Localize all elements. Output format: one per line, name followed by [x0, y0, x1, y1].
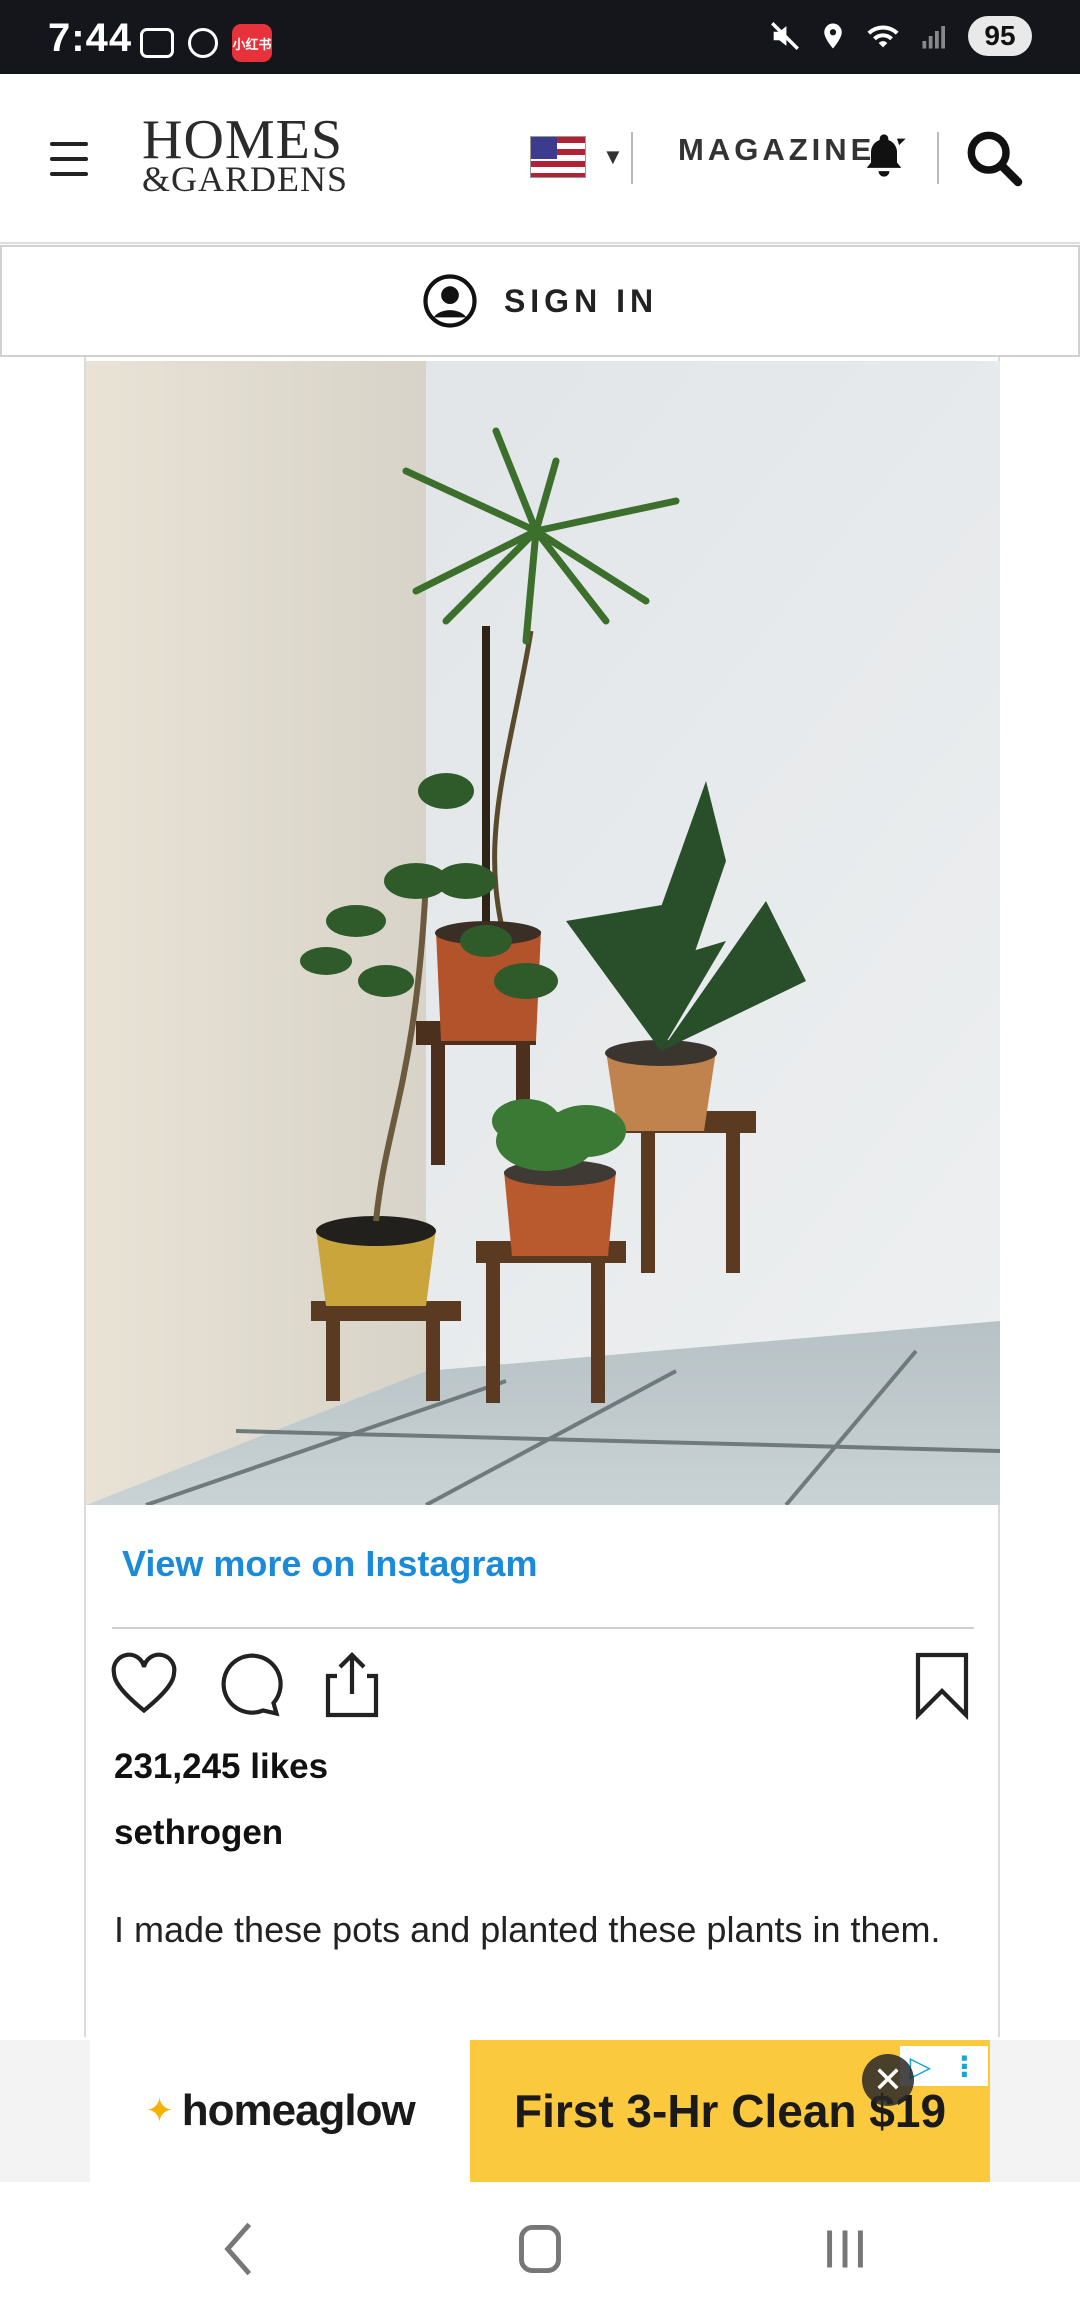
post-caption: I made these pots and planted these plan… [114, 1909, 941, 1950]
menu-icon[interactable] [50, 142, 88, 176]
site-logo[interactable]: HOMES &GARDENS [142, 109, 349, 200]
status-left-icons: 小红书 [140, 24, 272, 62]
signal-icon [922, 26, 945, 49]
sync-icon [188, 28, 218, 58]
back-icon[interactable] [200, 2212, 280, 2286]
us-flag-icon[interactable] [530, 136, 586, 178]
magazine-link[interactable]: MAGAZINE [678, 132, 875, 168]
status-bar: 7:44 小红书 95 [0, 0, 1080, 74]
sign-in-button[interactable]: SIGN IN [0, 245, 1080, 357]
mute-icon [771, 22, 799, 50]
ad-brand: homeaglow [181, 2086, 416, 2135]
site-header: HOMES &GARDENS ▼ MAGAZINE [0, 74, 1080, 244]
bookmark-icon[interactable] [906, 1649, 978, 1721]
battery-icon: 95 [968, 16, 1032, 56]
location-icon [824, 23, 842, 49]
logo-line-2: &GARDENS [142, 159, 349, 200]
sign-in-label: SIGN IN [503, 282, 659, 319]
wifi-icon [867, 25, 899, 48]
comment-icon[interactable] [212, 1649, 284, 1721]
kebab-icon[interactable]: ⋮ [950, 2050, 978, 2083]
user-icon [423, 274, 477, 328]
divider [937, 132, 939, 184]
ad-banner[interactable]: ✦ homeaglow First 3-Hr Clean $19 ▷ ⋮ ✕ [0, 2040, 1080, 2182]
post-photo[interactable] [86, 361, 1000, 1505]
home-icon[interactable] [500, 2212, 580, 2286]
recents-icon[interactable] [805, 2212, 885, 2286]
search-icon[interactable] [962, 126, 1026, 190]
instagram-embed: View more on Instagram 231,245 likes set… [84, 357, 1000, 2037]
bell-icon[interactable] [858, 128, 910, 184]
system-nav-bar [0, 2182, 1080, 2316]
view-on-instagram-link[interactable]: View more on Instagram [122, 1543, 537, 1585]
region-caret-icon[interactable]: ▼ [602, 144, 624, 170]
heart-icon[interactable] [108, 1649, 180, 1721]
status-right-icons: 95 [768, 16, 1032, 56]
ad-brand-panel[interactable]: ✦ homeaglow [90, 2040, 470, 2182]
close-ad-icon[interactable]: ✕ [862, 2054, 914, 2106]
post-username[interactable]: sethrogen [114, 1813, 283, 1853]
app-icon: 小红书 [232, 24, 272, 62]
likes-count: 231,245 likes [114, 1747, 329, 1786]
divider [112, 1627, 974, 1629]
screenshot-icon [140, 28, 174, 58]
status-time: 7:44 [48, 16, 133, 60]
share-icon[interactable] [316, 1649, 388, 1721]
sparkle-icon: ✦ [145, 2092, 174, 2130]
divider [631, 132, 633, 184]
logo-line-1: HOMES [142, 109, 344, 171]
